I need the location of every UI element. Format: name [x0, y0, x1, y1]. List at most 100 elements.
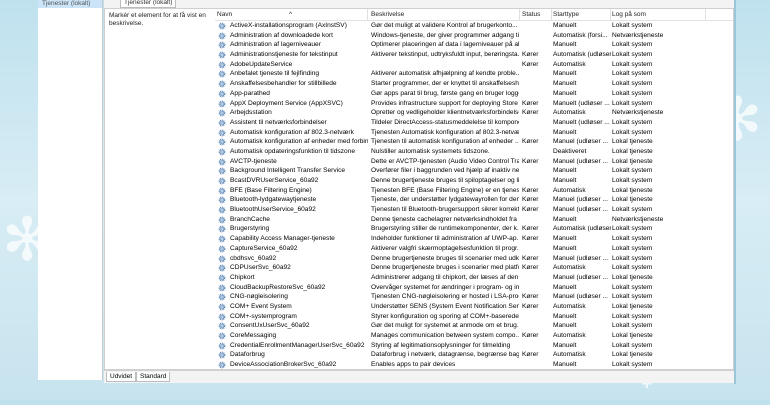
column-header-startup[interactable]: Starttype	[553, 11, 579, 18]
service-row[interactable]: Administration af lagerniveauer Optimerer…	[215, 40, 733, 50]
service-name: BranchCache	[230, 215, 270, 223]
service-logon-as: Lokalt system	[612, 167, 653, 175]
column-separator[interactable]	[705, 9, 706, 20]
service-name: Administrationstjeneste for tekstinput	[230, 51, 338, 59]
service-startup-type: Manuel (udløser ...	[553, 293, 608, 301]
service-row[interactable]: Background Intelligent Transfer Service O…	[215, 166, 733, 176]
tree-item-services-local[interactable]: Tjenester (lokalt)	[38, 0, 102, 8]
service-description: Tjenesten Automatisk konfiguration af 80…	[371, 128, 519, 136]
service-description: Tjeneste, der understøtter lydgatewayrol…	[371, 196, 519, 204]
service-startup-type: Automatisk (udløser ...	[553, 51, 611, 59]
service-row[interactable]: BranchCache Denne tjeneste cachelagrer ne…	[215, 215, 733, 225]
service-description: Styring af legitimationsoplysninger for …	[371, 341, 511, 349]
service-row[interactable]: Administrationstjeneste for tekstinput Ak…	[215, 50, 733, 60]
service-row[interactable]: ConsentUxUserSvc_60a92 Gør det muligt for…	[215, 321, 733, 331]
service-status: Kører	[522, 254, 539, 262]
service-logon-as: Lokalt system	[612, 206, 653, 214]
window-right-border	[734, 0, 736, 384]
service-startup-type: Automatisk	[553, 60, 586, 68]
service-description: Aktiverer tekstinput, udtryksfuldt input…	[371, 51, 519, 59]
service-name: CNG-nøgleisolering	[230, 293, 288, 301]
service-row[interactable]: App-parathed Gør apps parat til brug, før…	[215, 89, 733, 99]
column-separator[interactable]	[367, 9, 368, 20]
service-row[interactable]: Assistent til netværksforbindelser Tildel…	[215, 118, 733, 128]
service-name: Bluetooth-lydgatewaytjeneste	[230, 196, 317, 204]
service-row[interactable]: Dataforbrug Dataforbrug i netværk, datagr…	[215, 350, 733, 360]
service-row[interactable]: Brugerstyring Brugerstyring stiller de ru…	[215, 224, 733, 234]
service-row[interactable]: BcastDVRUserService_60a92 Denne brugertje…	[215, 176, 733, 186]
service-row[interactable]: AdobeUpdateService Kører Automatisk Lokalt …	[215, 60, 733, 70]
column-separator[interactable]	[610, 9, 611, 20]
service-logon-as: Lokalt system	[612, 99, 653, 107]
service-startup-type: Deaktiveret	[553, 147, 587, 155]
service-name: Arbejdsstation	[230, 109, 272, 117]
service-row[interactable]: BluetoothUserService_60a92 Tjenesten til …	[215, 205, 733, 215]
service-logon-as: Lokal tjeneste	[612, 147, 653, 155]
service-logon-as: Netværkstjeneste	[612, 215, 664, 223]
tab-extended[interactable]: Udvidet	[106, 372, 137, 382]
service-row[interactable]: CloudBackupRestoreSvc_60a92 Overvåger sys…	[215, 283, 733, 293]
service-row[interactable]: CoreMessaging Manages communication betwe…	[215, 331, 733, 341]
column-separator[interactable]	[519, 9, 520, 20]
service-gear-icon	[218, 332, 226, 340]
service-row[interactable]: AppX Deployment Service (AppXSVC) Provide…	[215, 99, 733, 109]
service-row[interactable]: Administration af downloadede kort Window…	[215, 31, 733, 41]
service-logon-as: Lokalt system	[612, 177, 653, 184]
service-row[interactable]: Automatisk opdateringsfunktion til tidsz…	[215, 147, 733, 157]
service-status: Kører	[522, 293, 539, 301]
service-row[interactable]: CDPUserSvc_60a92 Denne brugertjeneste bru…	[215, 263, 733, 273]
service-row[interactable]: COM+-systemprogram Styrer konfiguration o…	[215, 312, 733, 322]
service-gear-icon	[218, 51, 226, 59]
service-row[interactable]: Automatisk konfiguration af 802.3-netvær…	[215, 128, 733, 138]
service-row[interactable]: Anskaffelsesbehandler for stillbillede St…	[215, 79, 733, 89]
service-row[interactable]: DeviceAssociationBrokerSvc_60a92 Enables …	[215, 360, 733, 369]
service-status: Kører	[522, 332, 539, 339]
service-startup-type: Automatisk	[553, 186, 586, 194]
view-tab-strip: Udvidet Standard	[104, 370, 734, 383]
service-row[interactable]: CredentialEnrollmentManagerUserSvc_60a92…	[215, 341, 733, 351]
service-row[interactable]: Anbefalet tjeneste til fejlfinding Aktive…	[215, 69, 733, 79]
service-row[interactable]: AVCTP-tjeneste Dette er AVCTP-tjenesten (…	[215, 157, 733, 167]
service-name: Automatisk opdateringsfunktion til tidsz…	[230, 147, 355, 155]
service-status: Kører	[522, 157, 539, 165]
service-row[interactable]: Arbejdsstation Opretter og vedligeholder …	[215, 108, 733, 118]
service-row[interactable]: Bluetooth-lydgatewaytjeneste Tjeneste, de…	[215, 195, 733, 205]
service-status: Kører	[522, 186, 539, 194]
service-name: DeviceAssociationBrokerSvc_60a92	[230, 361, 337, 369]
service-row[interactable]: BFE (Base Filtering Engine) Tjenesten BFE…	[215, 186, 733, 196]
service-row[interactable]: Capability Access Manager-tjeneste Indeho…	[215, 234, 733, 244]
service-status: Kører	[522, 264, 539, 272]
service-gear-icon	[218, 100, 226, 107]
service-row[interactable]: Chipkort Administrerer adgang til chipkor…	[215, 273, 733, 283]
tab-services-local[interactable]: Tjenester (lokalt)	[120, 0, 177, 8]
tab-standard[interactable]: Standard	[136, 372, 171, 382]
service-startup-type: Manuelt (udløser ...	[553, 99, 610, 107]
service-row[interactable]: ActiveX-installationsprogram (AxInstSV) G…	[215, 21, 733, 31]
service-startup-type: Manuelt	[553, 177, 577, 184]
service-startup-type: Manuelt	[553, 235, 577, 243]
service-logon-as: Netværkstjeneste	[612, 31, 664, 39]
column-separator[interactable]	[551, 9, 552, 20]
service-row[interactable]: COM+ Event System Understøtter SENS (Syst…	[215, 302, 733, 312]
service-description: Enables apps to pair devices	[371, 361, 456, 369]
service-name: Background Intelligent Transfer Service	[230, 167, 346, 175]
service-logon-as: Lokalt system	[612, 118, 653, 126]
service-startup-type: Manuelt	[553, 312, 577, 320]
service-logon-as: Lokalt system	[612, 89, 653, 97]
service-status: Kører	[522, 206, 539, 214]
service-startup-type: Manuelt	[553, 167, 577, 175]
service-row[interactable]: Automatisk konfiguration af enheder med …	[215, 137, 733, 147]
column-header-description[interactable]: Beskrivelse	[371, 11, 404, 18]
service-row[interactable]: CNG-nøgleisolering Tjenesten CNG-nøgleiso…	[215, 292, 733, 302]
column-header-name[interactable]: Navn	[217, 11, 232, 18]
column-header-status[interactable]: Status	[522, 11, 540, 18]
service-description: Indeholder funktioner til administration…	[371, 235, 519, 243]
service-logon-as: Lokalt system	[612, 341, 653, 349]
service-gear-icon	[218, 61, 226, 69]
service-row[interactable]: cbdhsvc_60a92 Denne brugertjeneste bruges…	[215, 254, 733, 264]
service-startup-type: Manuelt	[553, 70, 577, 78]
column-header-logon[interactable]: Log på som	[612, 11, 646, 18]
service-description: Brugerstyring stiller de runtimekomponen…	[371, 225, 519, 233]
service-name: CredentialEnrollmentManagerUserSvc_60a92	[230, 341, 365, 349]
service-row[interactable]: CaptureService_60a92 Aktiverer valgfri sk…	[215, 244, 733, 254]
